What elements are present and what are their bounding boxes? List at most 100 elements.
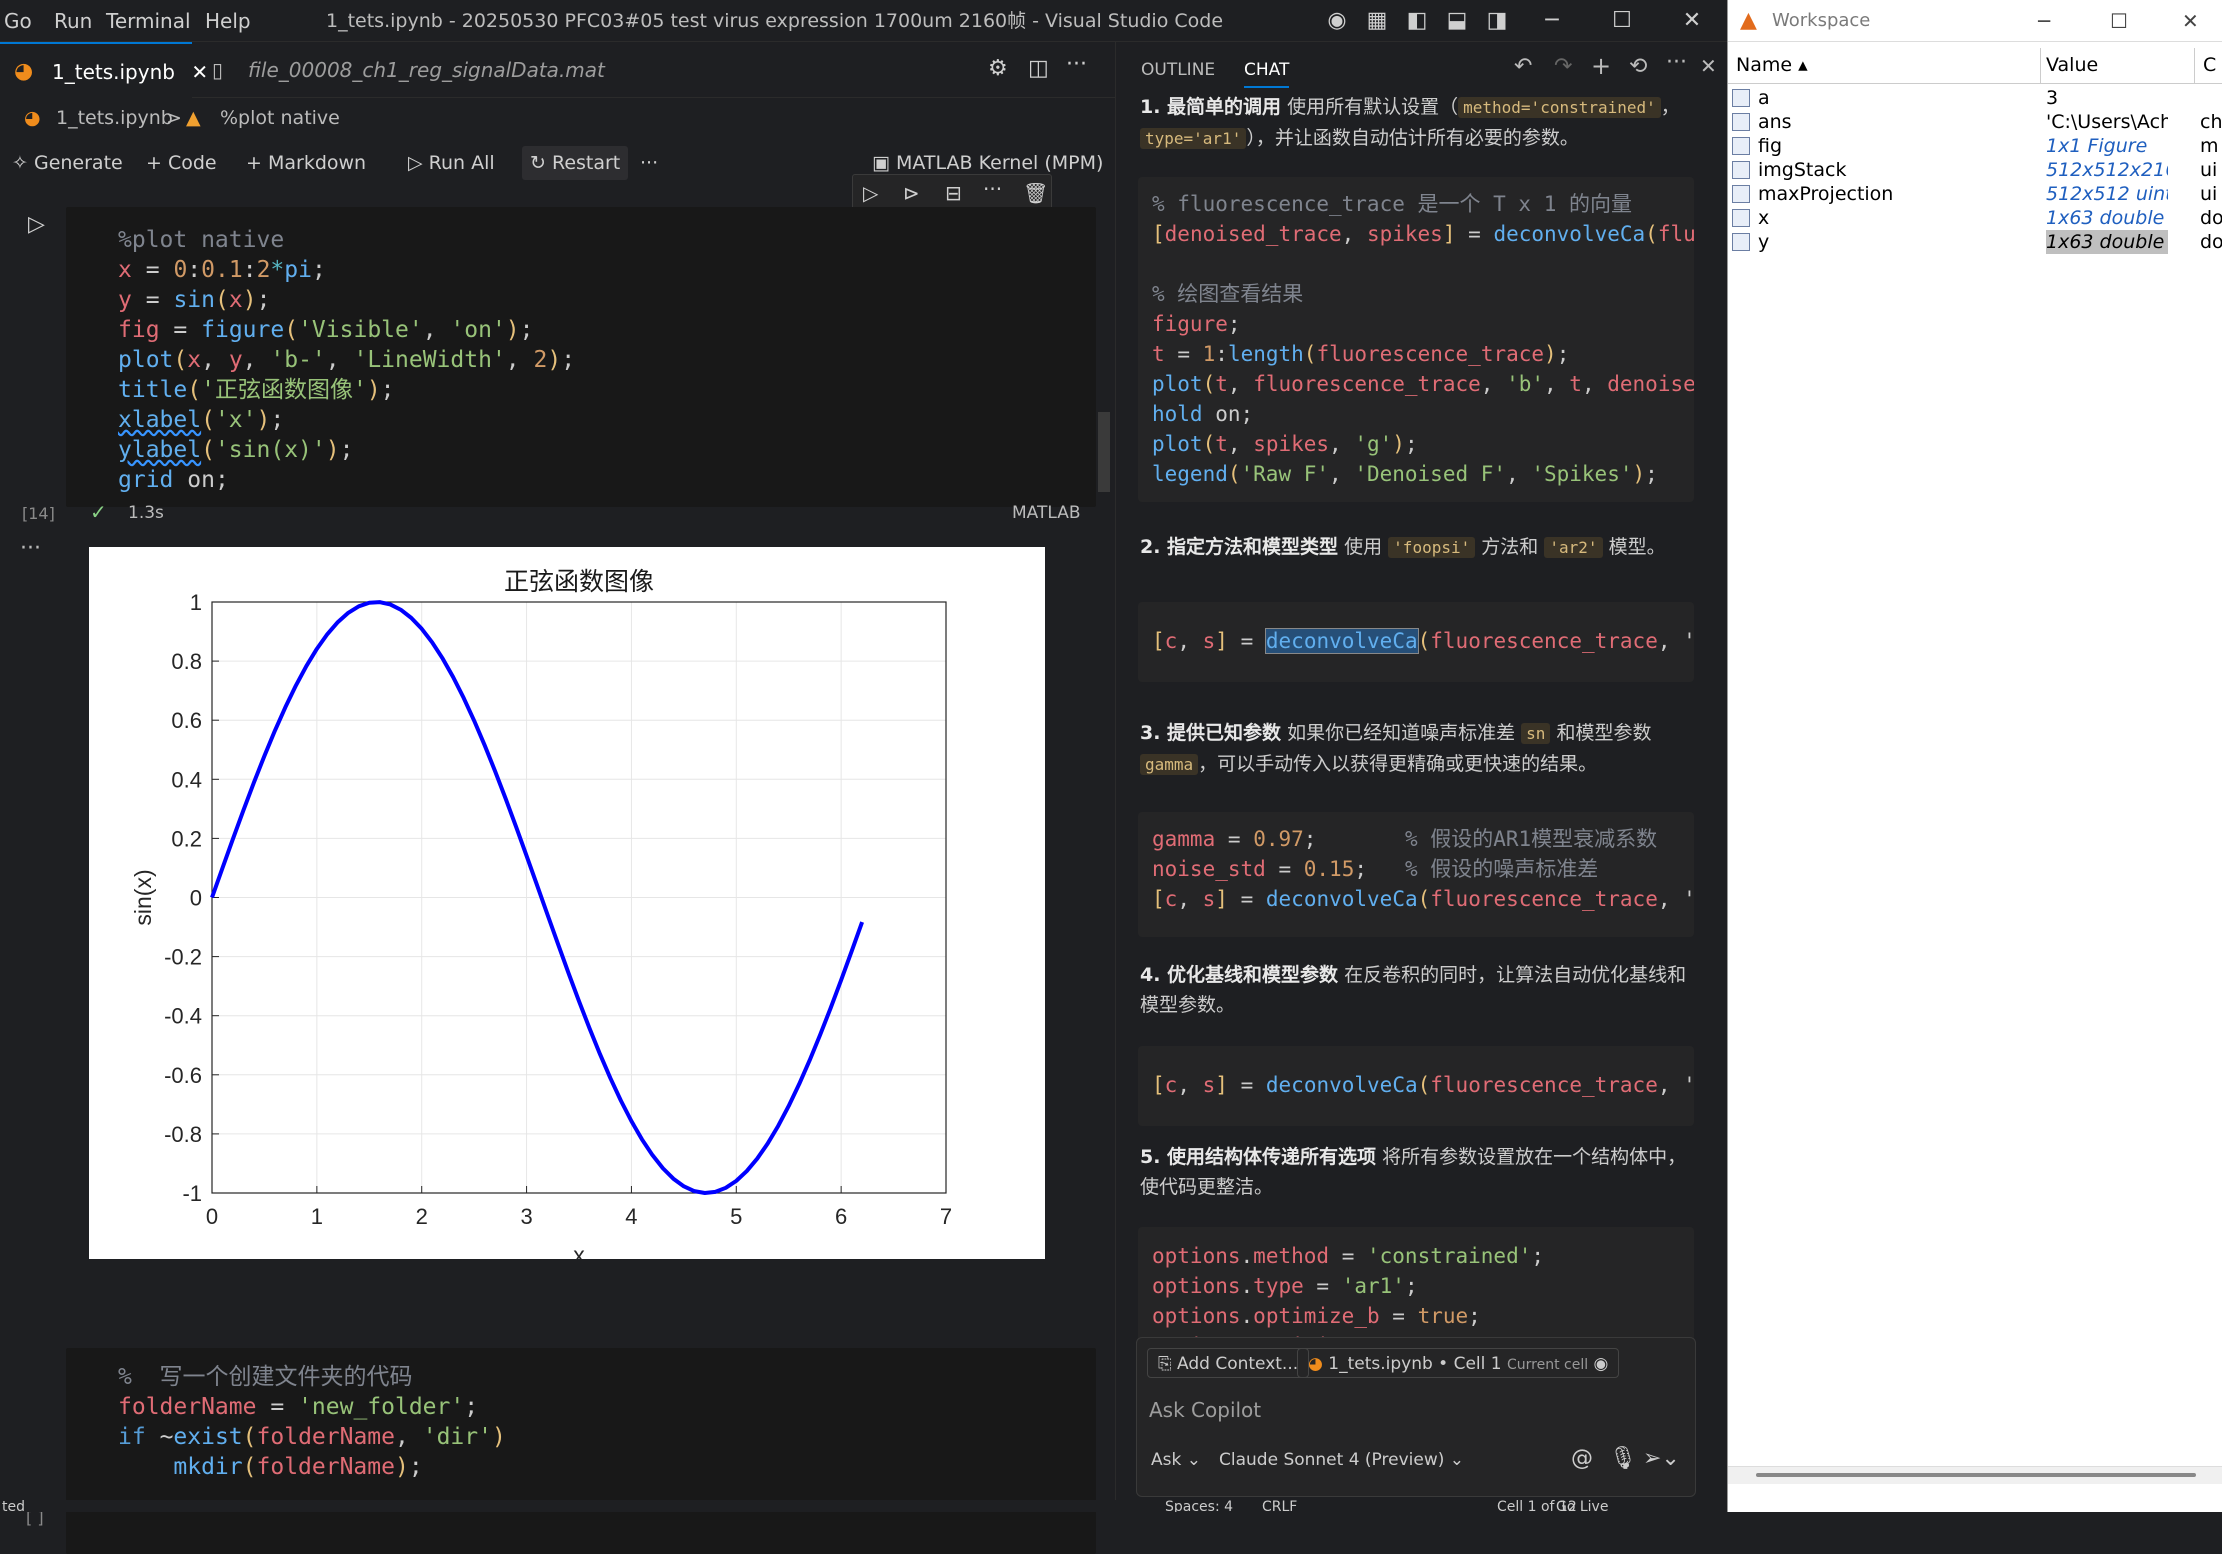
run-all-button[interactable]: ▷ Run All <box>408 138 495 188</box>
code-block-2[interactable]: [c, s] = deconvolveCa(fluorescence_trace… <box>1138 602 1694 682</box>
tab-outline[interactable]: OUTLINE <box>1141 60 1215 80</box>
maximize-icon[interactable]: ☐ <box>1610 9 1634 33</box>
code-editor[interactable]: % 写一个创建文件夹的代码 folderName = 'new_folder';… <box>118 1362 506 1482</box>
y-tick-label: 0.4 <box>171 767 202 792</box>
column-class[interactable]: C <box>2203 54 2216 76</box>
ask-copilot-input[interactable]: Ask Copilot <box>1149 1398 1261 1422</box>
add-markdown-button[interactable]: + Markdown <box>246 138 366 188</box>
menu-terminal[interactable]: Terminal <box>106 0 191 42</box>
variable-name: imgStack <box>1758 159 1847 181</box>
y-tick-label: -0.8 <box>164 1122 202 1147</box>
run-below-icon[interactable]: ⊳ <box>903 181 920 205</box>
variable-name: x <box>1758 207 1770 229</box>
toggle-panel-icon[interactable]: ⬓ <box>1445 9 1469 33</box>
title-bar: Go Run Terminal Help 1_tets.ipynb - 2025… <box>0 0 1727 42</box>
cell-more-icon[interactable]: ··· <box>983 177 1002 201</box>
split-editor-icon[interactable]: ◫ <box>1028 56 1049 81</box>
column-name[interactable]: Name ▴ <box>1736 54 1808 76</box>
execution-count: [14] <box>22 504 55 523</box>
copilot-icon[interactable]: ◉ <box>1325 9 1349 33</box>
status-bar: ted Spaces: 4 CRLF Cell 1 of 12 Go Live <box>0 1500 1727 1512</box>
x-tick-label: 7 <box>940 1204 952 1229</box>
mention-icon[interactable]: @ <box>1571 1446 1593 1471</box>
split-cell-icon[interactable]: ⊟ <box>945 181 962 205</box>
scrollbar-thumb[interactable] <box>1756 1473 2196 1477</box>
more-actions-icon[interactable]: ··· <box>1066 52 1087 77</box>
close-panel-icon[interactable]: ✕ <box>1700 54 1717 78</box>
delete-cell-icon[interactable]: 🗑 <box>1023 181 1048 205</box>
run-cell-icon[interactable]: ▷ <box>863 181 878 205</box>
menu-help[interactable]: Help <box>205 0 251 42</box>
scrollbar[interactable] <box>1098 412 1110 492</box>
history-icon[interactable]: ⟲ <box>1629 54 1647 79</box>
chat-paragraph-4: 4. 优化基线和模型参数 在反卷积的同时，让算法自动优化基线和模型参数。 <box>1140 964 1687 1016</box>
chat-more-icon[interactable]: ··· <box>1666 50 1687 75</box>
variable-icon <box>1732 233 1750 251</box>
sparkle-icon: ✧ <box>12 152 34 174</box>
generate-button[interactable]: ✧ Generate <box>12 138 123 188</box>
close-window-icon[interactable]: ✕ <box>1680 9 1704 33</box>
y-tick-label: -0.2 <box>164 945 202 970</box>
y-tick-label: -1 <box>182 1181 202 1206</box>
toggle-secondary-sidebar-icon[interactable]: ◨ <box>1485 9 1509 33</box>
horizontal-scrollbar[interactable] <box>1728 1466 2222 1484</box>
context-chip[interactable]: ◕ 1_tets.ipynb • Cell 1 Current cell ◉ <box>1297 1348 1620 1378</box>
execution-time: 1.3s <box>128 503 164 523</box>
new-chat-icon[interactable]: + <box>1591 52 1611 80</box>
code-block-3[interactable]: gamma = 0.97; % 假设的AR1模型衰减系数 noise_std =… <box>1138 812 1694 937</box>
status-eol[interactable]: CRLF <box>1262 1500 1297 1512</box>
settings-gear-icon[interactable]: ⚙ <box>988 56 1008 81</box>
minimize-icon[interactable]: ─ <box>1540 9 1564 33</box>
menu-go[interactable]: Go <box>4 0 32 42</box>
chart-title: 正弦函数图像 <box>504 567 654 596</box>
redo-icon[interactable]: ↷ <box>1554 54 1572 79</box>
tab-chat[interactable]: CHAT <box>1244 60 1290 88</box>
code-block-1[interactable]: % fluorescence_trace 是一个 T x 1 的向量 [deno… <box>1138 177 1694 502</box>
success-check-icon: ✓ <box>90 500 107 524</box>
send-icon[interactable]: ➢⌄ <box>1643 1446 1680 1471</box>
workspace-row-imgStack[interactable]: imgStack 512x512x2160 ... ui <box>1728 158 2222 182</box>
code-cell-1[interactable]: %plot native x = 0:0.1:2*pi; y = sin(x);… <box>66 207 1096 507</box>
notebook-editor: ◕ 1_tets.ipynb ✕ ▯ file_00008_ch1_reg_si… <box>0 42 1115 1554</box>
close-window-icon[interactable]: ✕ <box>2182 0 2199 42</box>
y-tick-label: 0.8 <box>171 649 202 674</box>
add-context-button[interactable]: ⎘ Add Context... <box>1147 1348 1310 1378</box>
x-axis-label: x <box>573 1242 585 1259</box>
workspace-row-maxProjection[interactable]: maxProjection 512x512 uint16 ui <box>1728 182 2222 206</box>
model-picker[interactable]: Claude Sonnet 4 (Preview) ⌄ <box>1219 1450 1464 1470</box>
y-tick-label: 0.6 <box>171 708 202 733</box>
tab-1-tets-ipynb[interactable]: ◕ 1_tets.ipynb ✕ <box>0 42 208 98</box>
status-spaces[interactable]: Spaces: 4 <box>1165 1500 1233 1512</box>
workspace-row-ans[interactable]: ans 'C:\Users\Achua... ch <box>1728 110 2222 134</box>
workspace-titlebar: ▲ Workspace ─ ☐ ✕ <box>1728 0 2222 42</box>
breadcrumb-file[interactable]: 1_tets.ipynb <box>56 98 173 138</box>
code-cell-2[interactable]: % 写一个创建文件夹的代码 folderName = 'new_folder';… <box>66 1348 1096 1554</box>
workspace-row-x[interactable]: x 1x63 double do <box>1728 206 2222 230</box>
cell-language[interactable]: MATLAB <box>1012 503 1081 523</box>
code-editor[interactable]: %plot native x = 0:0.1:2*pi; y = sin(x);… <box>118 225 575 495</box>
code-block-4[interactable]: [c, s] = deconvolveCa(fluorescence_trace… <box>1138 1046 1694 1126</box>
menu-run[interactable]: Run <box>54 0 92 42</box>
undo-icon[interactable]: ↶ <box>1514 54 1532 79</box>
output-more-icon[interactable]: ··· <box>20 536 41 561</box>
run-cell-button[interactable]: ▷ <box>28 212 45 237</box>
variable-icon <box>1732 209 1750 227</box>
tab-signaldata-mat[interactable]: ▯ file_00008_ch1_reg_signalData.mat <box>196 42 605 98</box>
more-icon[interactable]: ··· <box>640 138 658 188</box>
workspace-row-y[interactable]: y 1x63 double do <box>1728 230 2222 254</box>
breadcrumb-cell[interactable]: %plot native <box>220 98 340 138</box>
maximize-icon[interactable]: ☐ <box>2110 0 2128 42</box>
eye-icon[interactable]: ◉ <box>1594 1354 1609 1374</box>
chat-paragraph-3: 3. 提供已知参数 如果你已经知道噪声标准差 sn 和模型参数 gamma ，可以… <box>1140 722 1652 775</box>
microphone-icon[interactable]: 🎙 <box>1609 1446 1637 1471</box>
add-code-button[interactable]: + Code <box>146 138 217 188</box>
mode-picker[interactable]: Ask ⌄ <box>1151 1450 1201 1470</box>
minimize-icon[interactable]: ─ <box>2038 0 2050 42</box>
layout-customize-icon[interactable]: ▦ <box>1365 9 1389 33</box>
toggle-primary-sidebar-icon[interactable]: ◧ <box>1405 9 1429 33</box>
restart-button[interactable]: ↻ Restart <box>522 146 629 180</box>
column-value[interactable]: Value <box>2046 54 2098 76</box>
workspace-row-a[interactable]: a3 <box>1728 86 2222 110</box>
status-go-live[interactable]: Go Live <box>1556 1500 1608 1512</box>
workspace-row-fig[interactable]: fig 1x1 Figure m <box>1728 134 2222 158</box>
